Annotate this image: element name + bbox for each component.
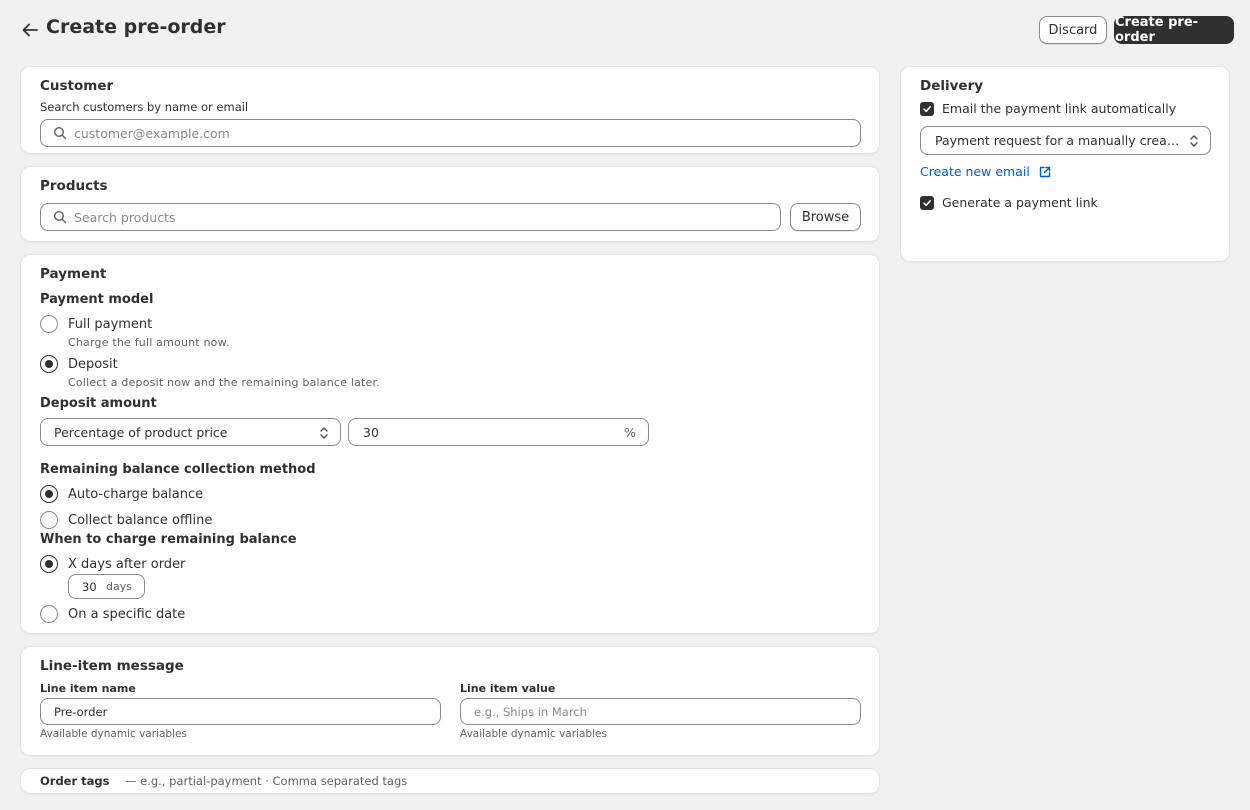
create-pre-order-button[interactable]: Create pre-order xyxy=(1114,15,1234,45)
full-payment-help: Charge the full amount now. xyxy=(68,336,230,349)
page-header: Create pre-order Discard Create pre-orde… xyxy=(0,0,1250,60)
deposit-type-select[interactable]: Percentage of product price xyxy=(40,418,341,446)
order-tags-hint: — e.g., partial-payment · Comma separate… xyxy=(125,774,408,788)
line-item-card: Line-item message Line item name Availab… xyxy=(20,646,880,756)
email-auto-label: Email the payment link automatically xyxy=(942,101,1177,116)
radio-button[interactable] xyxy=(40,605,58,623)
deposit-value-input[interactable]: % xyxy=(348,418,649,446)
deposit-value-field[interactable] xyxy=(363,419,603,445)
line-item-name-help: Available dynamic variables xyxy=(40,728,187,740)
when-to-charge-heading: When to charge remaining balance xyxy=(40,532,297,547)
line-item-name-label: Line item name xyxy=(40,682,136,695)
external-link-icon xyxy=(1039,166,1050,177)
email-auto-checkbox[interactable]: Email the payment link automatically xyxy=(920,101,1176,116)
order-tags-card[interactable]: Order tags — e.g., partial-payment · Com… xyxy=(20,768,880,794)
delivery-title: Delivery xyxy=(920,78,984,94)
checkmark-icon xyxy=(923,105,931,112)
specific-date-radio[interactable]: On a specific date xyxy=(40,605,185,623)
search-icon xyxy=(53,126,67,140)
deposit-amount-heading: Deposit amount xyxy=(40,396,157,411)
create-new-email-link[interactable]: Create new email xyxy=(920,164,1052,179)
radio-button[interactable] xyxy=(40,511,58,529)
create-new-email-label: Create new email xyxy=(920,164,1030,179)
remaining-balance-heading: Remaining balance collection method xyxy=(40,462,316,477)
radio-button[interactable] xyxy=(40,315,58,333)
email-template-value: Payment request for a manually crea… xyxy=(935,133,1180,148)
specific-date-label: On a specific date xyxy=(68,606,186,622)
checkmark-icon xyxy=(923,199,931,206)
deposit-label: Deposit xyxy=(68,356,118,372)
days-input[interactable]: days xyxy=(68,574,145,599)
products-search-field[interactable] xyxy=(74,204,764,230)
deposit-help: Collect a deposit now and the remaining … xyxy=(68,376,380,389)
line-item-value-field[interactable] xyxy=(474,699,844,724)
checkbox-checked[interactable] xyxy=(920,195,934,210)
line-item-name-input[interactable] xyxy=(40,698,441,725)
deposit-radio[interactable]: Deposit xyxy=(40,355,118,373)
products-card: Products Browse xyxy=(20,166,880,242)
payment-model-heading: Payment model xyxy=(40,292,154,307)
browse-button[interactable]: Browse xyxy=(790,203,861,231)
deposit-type-value: Percentage of product price xyxy=(54,425,228,440)
select-chevron-icon xyxy=(320,427,328,439)
full-payment-radio[interactable]: Full payment xyxy=(40,315,152,333)
select-chevron-icon xyxy=(1190,135,1198,147)
discard-button[interactable]: Discard xyxy=(1039,16,1107,44)
line-item-value-label: Line item value xyxy=(460,682,556,695)
customer-search-field[interactable] xyxy=(74,120,844,146)
auto-charge-radio[interactable]: Auto-charge balance xyxy=(40,485,203,503)
generate-link-checkbox[interactable]: Generate a payment link xyxy=(920,195,1098,210)
auto-charge-label: Auto-charge balance xyxy=(68,486,204,502)
customer-title: Customer xyxy=(40,78,114,94)
order-tags-title: Order tags xyxy=(40,774,110,788)
percent-suffix: % xyxy=(624,425,636,440)
days-suffix: days xyxy=(106,580,132,593)
line-item-title: Line-item message xyxy=(40,658,184,674)
payment-card: Payment Payment model Full payment Charg… xyxy=(20,254,880,634)
products-search-input[interactable] xyxy=(40,203,781,231)
customer-search-input[interactable] xyxy=(40,119,861,147)
customer-search-label: Search customers by name or email xyxy=(40,100,249,114)
x-days-radio[interactable]: X days after order xyxy=(40,555,185,573)
payment-title: Payment xyxy=(40,266,107,282)
radio-button-selected[interactable] xyxy=(40,485,58,503)
line-item-value-help: Available dynamic variables xyxy=(460,728,607,740)
full-payment-label: Full payment xyxy=(68,316,153,332)
collect-offline-radio[interactable]: Collect balance offline xyxy=(40,511,212,529)
radio-button-selected[interactable] xyxy=(40,355,58,373)
page-title: Create pre-order xyxy=(46,16,226,38)
email-template-select[interactable]: Payment request for a manually crea… xyxy=(920,126,1211,155)
generate-link-label: Generate a payment link xyxy=(942,195,1098,210)
checkbox-checked[interactable] xyxy=(920,101,934,116)
products-title: Products xyxy=(40,178,108,194)
line-item-name-field[interactable] xyxy=(54,699,424,724)
line-item-value-input[interactable] xyxy=(460,698,861,725)
collect-offline-label: Collect balance offline xyxy=(68,512,213,528)
customer-card: Customer Search customers by name or ema… xyxy=(20,66,880,154)
back-arrow-icon[interactable] xyxy=(18,18,42,42)
search-icon xyxy=(53,210,67,224)
delivery-card: Delivery Email the payment link automati… xyxy=(900,66,1230,262)
radio-button-selected[interactable] xyxy=(40,555,58,573)
x-days-label: X days after order xyxy=(68,556,186,572)
